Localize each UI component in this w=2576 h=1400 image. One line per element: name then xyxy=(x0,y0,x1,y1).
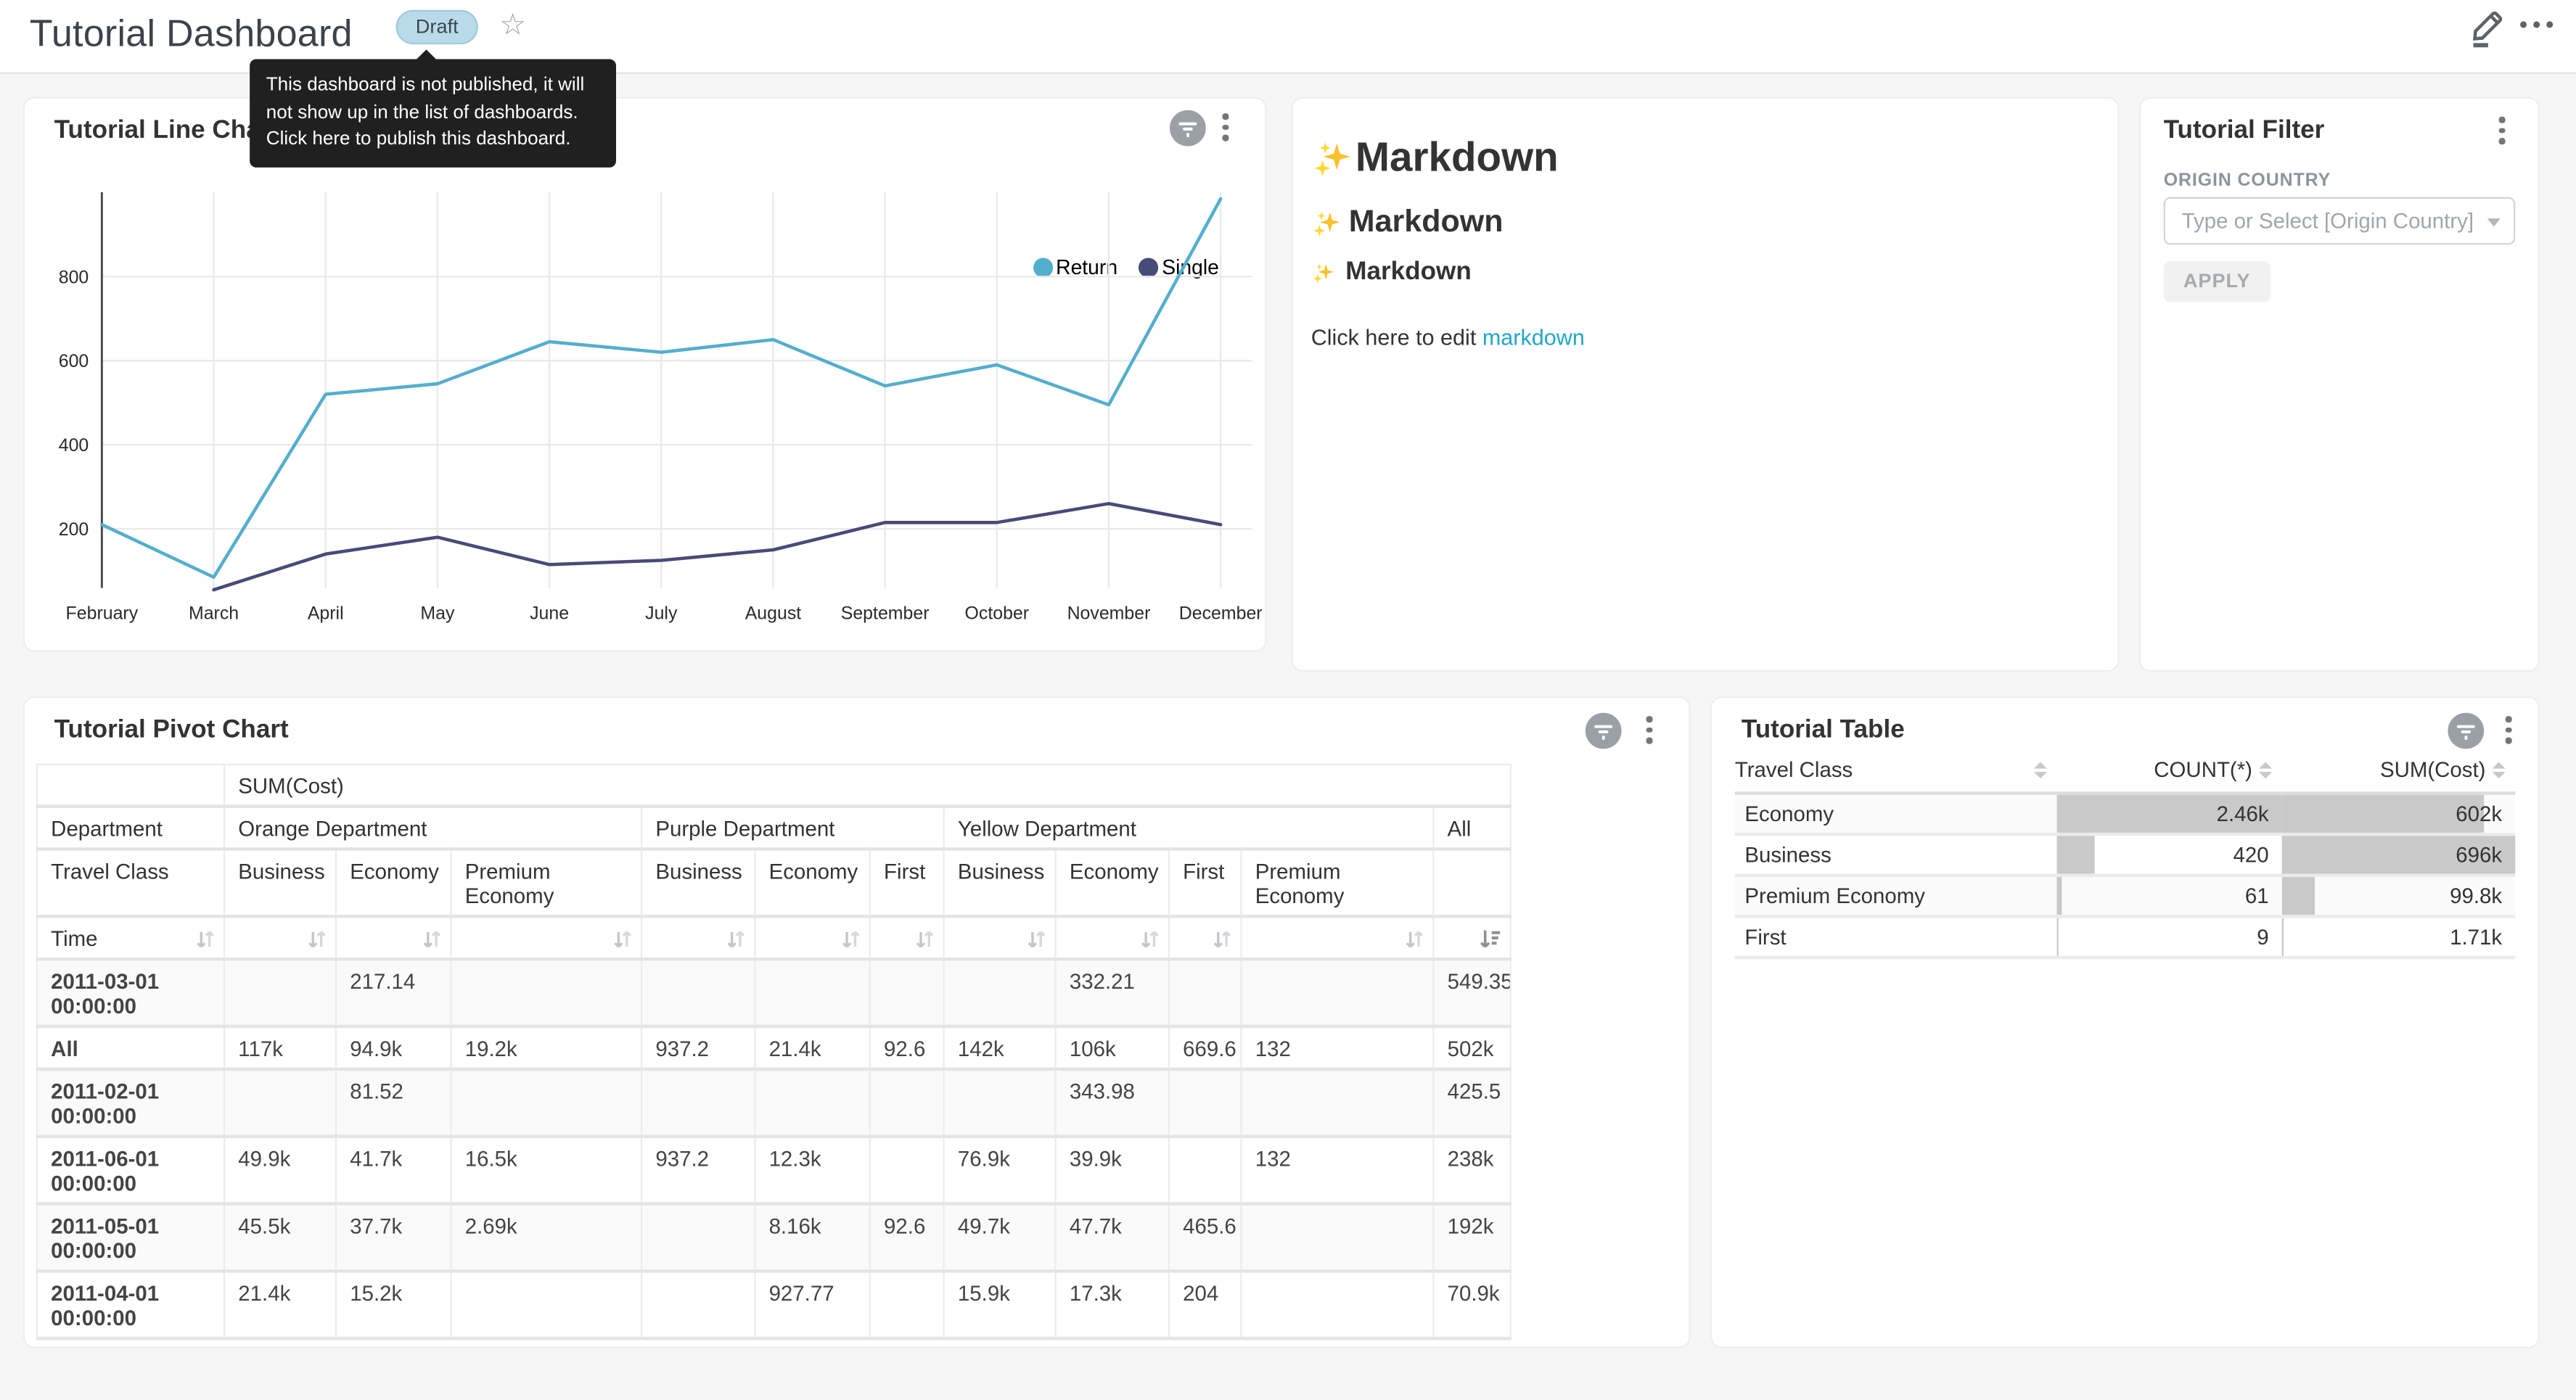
sort-arrows-icon[interactable] xyxy=(915,928,935,955)
sort-arrows-icon[interactable] xyxy=(726,928,746,955)
line-chart-title: Tutorial Line Chart xyxy=(54,117,279,147)
filter-circle-icon[interactable] xyxy=(1170,110,1206,147)
tooltip-line: not show up in the list of dashboards. xyxy=(266,99,600,126)
dept-group: Orange Department xyxy=(224,807,641,849)
svg-text:November: November xyxy=(1067,604,1151,624)
sort-arrows-icon[interactable] xyxy=(1140,928,1160,955)
svg-text:400: 400 xyxy=(59,435,89,456)
sort-arrows-icon[interactable] xyxy=(1213,928,1232,955)
svg-text:August: August xyxy=(745,604,802,624)
sparkles-icon xyxy=(1311,260,1336,285)
filter-card-menu-icon[interactable] xyxy=(2494,112,2510,149)
svg-text:December: December xyxy=(1179,604,1263,624)
sort-carets-icon xyxy=(2034,761,2047,778)
favorite-star-icon[interactable]: ☆ xyxy=(499,7,526,43)
svg-text:September: September xyxy=(841,604,930,624)
markdown-h1: Markdown xyxy=(1311,135,1559,183)
pivot-table: SUM(Cost) Department Orange Department P… xyxy=(36,764,1511,1341)
chevron-down-icon xyxy=(2487,218,2501,226)
edit-pencil-icon[interactable] xyxy=(2468,7,2507,49)
pivot-metric-row: SUM(Cost) xyxy=(37,765,1511,807)
column-header-sum-cost[interactable]: SUM(Cost) xyxy=(2282,751,2515,794)
pivot-row: 2011-06-01 00:00:00 49.9k41.7k16.5k 937.… xyxy=(37,1137,1511,1204)
sort-carets-icon xyxy=(2259,761,2272,778)
markdown-card: Markdown Markdown Markdown Click here to… xyxy=(1293,99,2118,670)
dept-group: Purple Department xyxy=(641,807,944,849)
sort-arrows-icon[interactable] xyxy=(1405,928,1424,955)
draft-badge[interactable]: Draft xyxy=(396,10,478,45)
table-row: First 9 1.71k xyxy=(1735,916,2515,958)
pivot-metric-label: SUM(Cost) xyxy=(224,765,1511,807)
sort-arrows-icon[interactable] xyxy=(195,928,215,955)
pivot-row: 2011-03-01 00:00:00 217.14 332.21 549.35 xyxy=(37,959,1511,1026)
filter-card: Tutorial Filter ORIGIN COUNTRY Type or S… xyxy=(2141,99,2538,670)
line-chart-menu-icon[interactable] xyxy=(1218,108,1234,145)
sort-arrows-icon[interactable] xyxy=(841,928,861,955)
svg-text:March: March xyxy=(189,604,239,624)
sort-arrows-icon[interactable] xyxy=(422,928,442,955)
header-menu-icon[interactable] xyxy=(2520,21,2553,28)
filter-circle-icon[interactable] xyxy=(2448,713,2484,749)
svg-text:600: 600 xyxy=(59,351,89,371)
markdown-h3: Markdown xyxy=(1311,258,1472,287)
filter-card-title: Tutorial Filter xyxy=(2164,117,2325,147)
svg-text:February: February xyxy=(66,604,139,624)
pivot-row: 2011-04-01 00:00:00 21.4k15.2k 927.77 15… xyxy=(37,1271,1511,1338)
svg-text:200: 200 xyxy=(59,519,89,540)
apply-button[interactable]: APPLY xyxy=(2164,261,2271,302)
sort-arrows-icon[interactable] xyxy=(612,928,632,955)
sort-descending-icon[interactable] xyxy=(1479,928,1502,955)
pivot-card-menu-icon[interactable] xyxy=(1641,711,1657,748)
svg-text:October: October xyxy=(965,604,1030,624)
pivot-chart-card: Tutorial Pivot Chart SUM(Cost) Departmen… xyxy=(25,698,1689,1346)
sort-arrows-icon[interactable] xyxy=(1027,928,1046,955)
svg-text:800: 800 xyxy=(59,267,89,287)
pivot-row: All 117k94.9k19.2k 937.221.4k92.6 142k10… xyxy=(37,1026,1511,1069)
sparkles-icon xyxy=(1311,207,1342,239)
origin-country-select[interactable]: Type or Select [Origin Country] xyxy=(2164,197,2516,245)
svg-text:July: July xyxy=(645,604,678,624)
column-header-count[interactable]: COUNT(*) xyxy=(2057,751,2282,794)
pivot-row: 2011-05-01 00:00:00 45.5k37.7k2.69k 8.16… xyxy=(37,1204,1511,1272)
pivot-card-title: Tutorial Pivot Chart xyxy=(54,716,289,746)
tooltip-line: Click here to publish this dashboard. xyxy=(266,126,600,153)
pivot-time-sort-row: Time xyxy=(37,916,1511,959)
line-chart-card: Tutorial Line Chart Return Single Februa… xyxy=(25,99,1265,651)
markdown-edit-link[interactable]: markdown xyxy=(1482,325,1585,350)
pivot-class-row: Travel Class Business Economy Premium Ec… xyxy=(37,849,1511,917)
table-row: Business 420 696k xyxy=(1735,834,2515,876)
markdown-paragraph: Click here to edit markdown xyxy=(1311,325,1585,350)
table-card: Tutorial Table Travel Class COUNT(*) xyxy=(1712,698,2538,1346)
table-row: Economy 2.46k 602k xyxy=(1735,794,2515,835)
pivot-row: 2011-02-01 00:00:00 81.52 343.98 425.5 xyxy=(37,1069,1511,1137)
select-placeholder: Type or Select [Origin Country] xyxy=(2182,209,2474,234)
svg-text:June: June xyxy=(530,604,569,624)
svg-text:May: May xyxy=(420,604,455,624)
line-chart-plot: February March April May June July August Septe… xyxy=(25,189,1265,650)
dept-group: Yellow Department xyxy=(944,807,1434,849)
tooltip-line: This dashboard is not published, it will xyxy=(266,73,600,99)
sparkles-icon xyxy=(1311,137,1354,180)
draft-tooltip: This dashboard is not published, it will… xyxy=(250,59,616,167)
filter-circle-icon[interactable] xyxy=(1586,713,1622,749)
page-title: Tutorial Dashboard xyxy=(30,12,353,56)
markdown-h2: Markdown xyxy=(1311,205,1504,242)
all-column-label: All xyxy=(1433,807,1511,849)
table-row: Premium Economy 61 99.8k xyxy=(1735,876,2515,917)
sort-arrows-icon[interactable] xyxy=(307,928,327,955)
svg-text:April: April xyxy=(308,604,344,624)
column-header-travel-class[interactable]: Travel Class xyxy=(1735,751,2057,794)
table-header-row: Travel Class COUNT(*) SUM(Cost) xyxy=(1735,751,2515,794)
pivot-department-row: Department Orange Department Purple Depa… xyxy=(37,807,1511,849)
table-card-title: Tutorial Table xyxy=(1742,716,1905,746)
origin-country-label: ORIGIN COUNTRY xyxy=(2164,170,2331,190)
sort-carets-icon xyxy=(2493,761,2506,778)
data-table: Travel Class COUNT(*) SUM(Cost) Economy … xyxy=(1735,751,2515,960)
table-card-menu-icon[interactable] xyxy=(2501,711,2516,748)
